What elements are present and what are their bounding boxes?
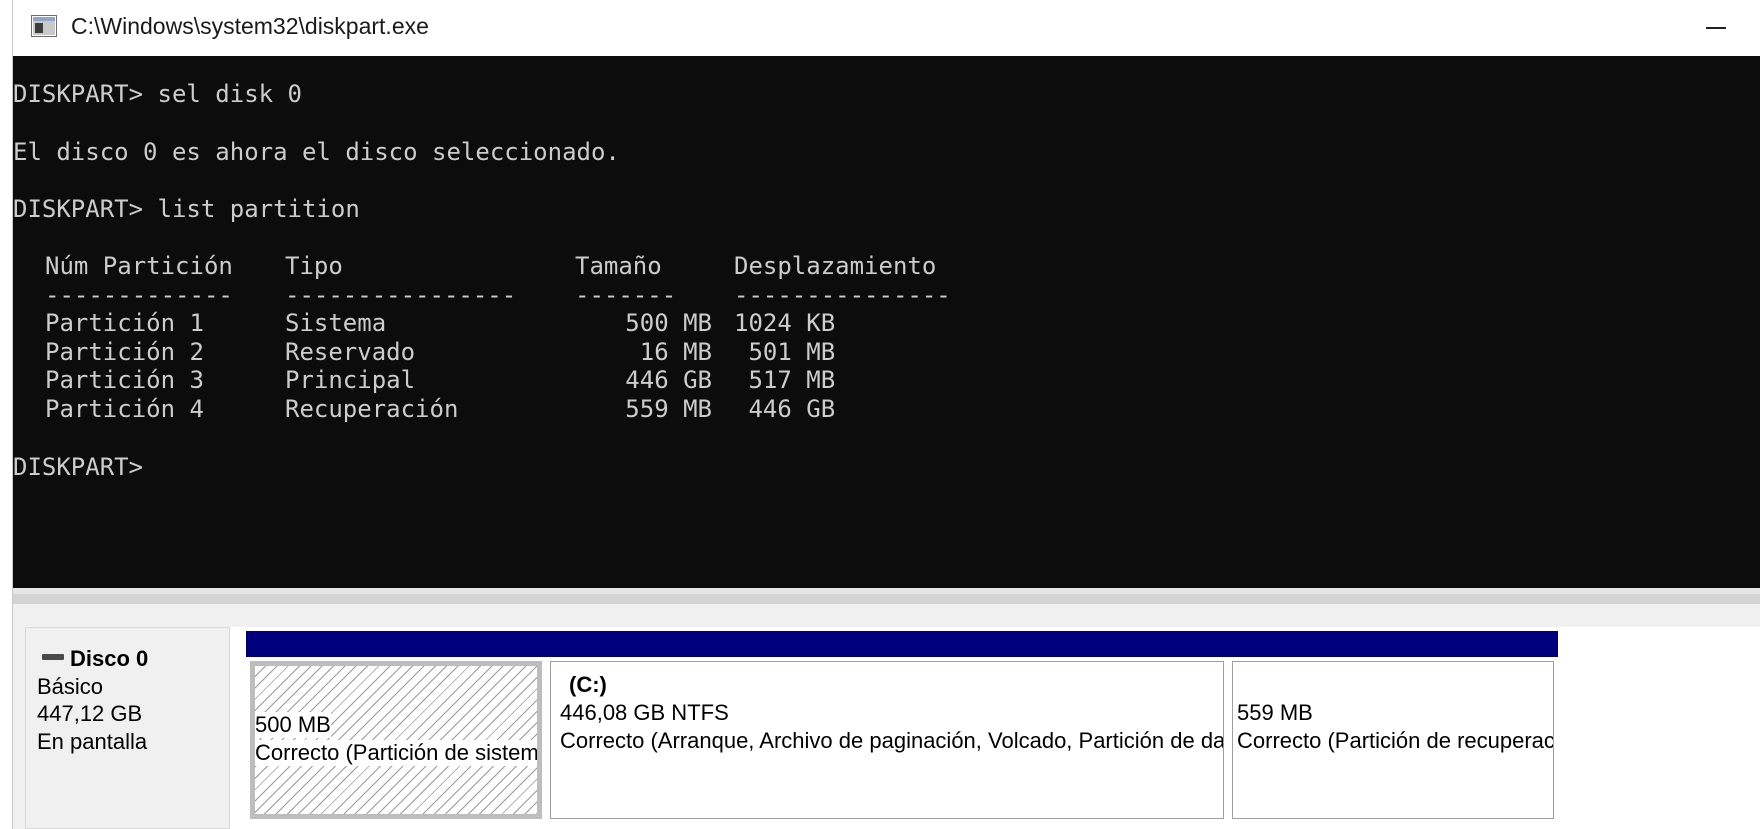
partition-body: 500 MB Correcto (Partición de sistema E	[250, 661, 542, 819]
partition-offset: 1024 KB	[734, 309, 836, 337]
partition-number: Partición 4	[45, 395, 204, 423]
disk-name: Disco 0	[70, 646, 149, 671]
minimize-button[interactable]	[1696, 12, 1736, 44]
console-command-line: DISKPART> list partition	[13, 195, 360, 223]
partition-label: (C:)	[569, 672, 607, 697]
console-output[interactable]: DISKPART> sel disk 0 El disco 0 es ahora…	[13, 56, 1760, 588]
partition-status: Correcto (Partición de recuperac	[1237, 728, 1554, 753]
partition-size: 559 MB	[625, 395, 712, 423]
partition-c-drive[interactable]: (C:) 446,08 GB NTFS Correcto (Arranque, …	[546, 627, 1228, 827]
disk-info-box[interactable]: Disco 0 Básico 447,12 GB En pantalla	[25, 627, 230, 829]
console-window-icon	[31, 15, 57, 37]
disk-status: En pantalla	[37, 729, 148, 754]
partition-size: 446 GB	[625, 366, 712, 394]
partition-body: (C:) 446,08 GB NTFS Correcto (Arranque, …	[550, 661, 1224, 819]
partition-map: 500 MB Correcto (Partición de sistema E …	[230, 627, 1760, 829]
column-header: Tipo	[285, 252, 343, 280]
table-row: Partición 4 Recuperación 559 MB 446 GB	[45, 393, 835, 425]
table-row: Partición 1 Sistema 500 MB 1024 KB	[45, 307, 835, 339]
partition-header-bar	[1228, 631, 1558, 657]
partition-table-header: Núm Partición Tipo Tamaño Desplazamiento	[45, 250, 936, 282]
table-row: Partición 3 Principal 446 GB 517 MB	[45, 364, 835, 396]
disk-size: 447,12 GB	[37, 701, 143, 726]
partition-system[interactable]: 500 MB Correcto (Partición de sistema E	[246, 627, 546, 827]
disk-drive-icon	[42, 654, 64, 660]
disk-type: Básico	[37, 674, 104, 699]
panel-divider	[13, 604, 1760, 612]
partition-status: Correcto (Arranque, Archivo de paginació…	[560, 728, 1224, 753]
partition-number: Partición 1	[45, 309, 204, 337]
disk-header: Disco 0	[42, 646, 148, 672]
partition-offset: 517 MB	[734, 366, 836, 394]
disk-management-panel: Disco 0 Básico 447,12 GB En pantalla 500…	[13, 612, 1760, 829]
partition-type: Recuperación	[285, 395, 459, 423]
column-header: Desplazamiento	[734, 252, 937, 280]
partition-offset: 446 GB	[734, 395, 836, 423]
window-title-bar[interactable]: C:\Windows\system32\diskpart.exe	[13, 0, 1760, 56]
partition-header-bar	[546, 631, 1228, 657]
partition-status: Correcto (Partición de sistema E	[255, 740, 537, 766]
console-prompt: DISKPART>	[13, 453, 144, 481]
partition-body: 559 MB Correcto (Partición de recuperac	[1232, 661, 1554, 819]
column-header: Tamaño	[575, 252, 662, 280]
console-output-line: El disco 0 es ahora el disco seleccionad…	[13, 138, 620, 166]
partition-recovery[interactable]: 559 MB Correcto (Partición de recuperac	[1228, 627, 1558, 827]
console-command-line: DISKPART> sel disk 0	[13, 80, 302, 108]
partition-size: 500 MB	[625, 309, 712, 337]
partition-type: Sistema	[285, 309, 387, 337]
partition-size: 559 MB	[1237, 700, 1313, 725]
partition-size: 500 MB	[255, 712, 331, 738]
partition-number: Partición 3	[45, 366, 204, 394]
partition-size: 446,08 GB NTFS	[560, 700, 729, 725]
minimize-icon	[1706, 27, 1726, 29]
window-title: C:\Windows\system32\diskpart.exe	[71, 13, 429, 39]
panel-splitter[interactable]	[13, 594, 1760, 604]
partition-header-bar	[246, 631, 546, 657]
column-header: Núm Partición	[45, 252, 233, 280]
partition-type: Principal	[285, 366, 416, 394]
